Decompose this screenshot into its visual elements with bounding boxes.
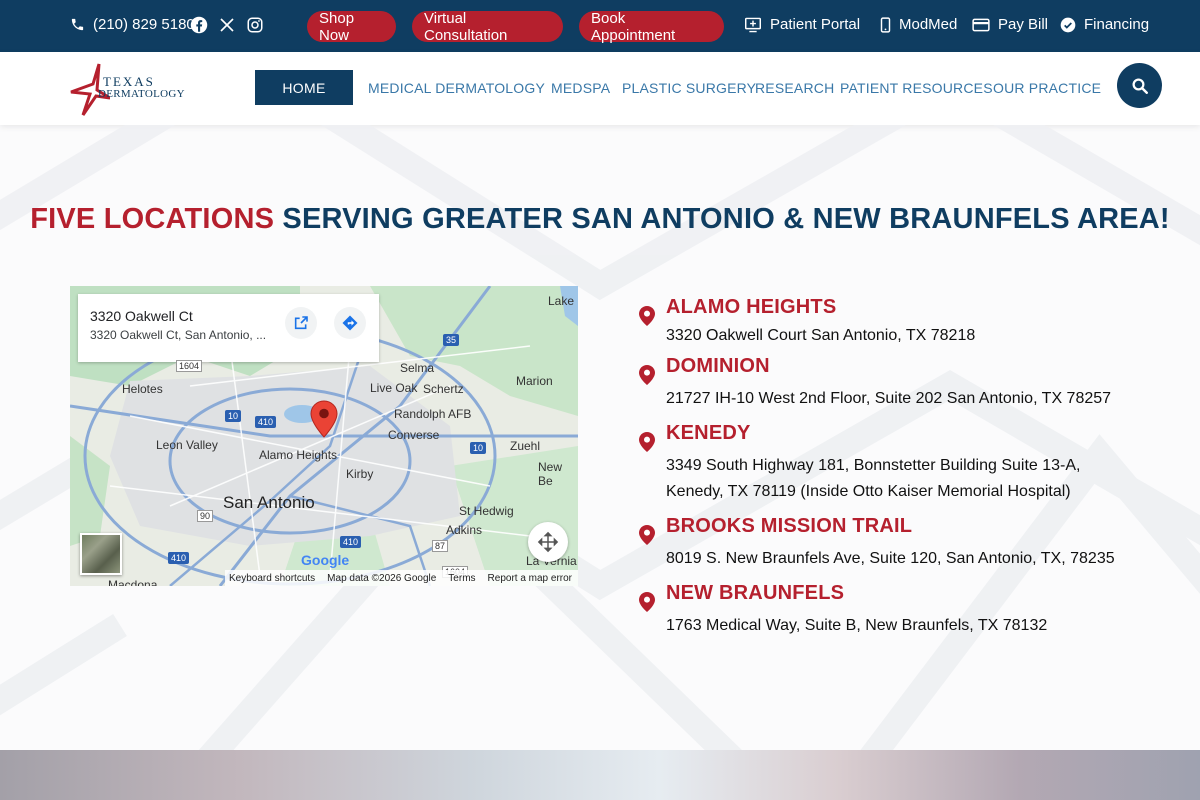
facebook-icon[interactable] <box>190 16 208 34</box>
location-name[interactable]: KENEDY <box>666 422 751 445</box>
highway-shield: 90 <box>197 510 214 522</box>
monitor-plus-icon <box>745 17 761 32</box>
check-circle-icon <box>1060 17 1076 32</box>
open-in-maps-button[interactable] <box>285 307 317 339</box>
location-address: 3320 Oakwell Court San Antonio, TX 78218 <box>666 327 976 344</box>
social-links <box>190 16 264 34</box>
virtual-consultation-button[interactable]: Virtual Consultation <box>412 10 563 44</box>
location-address: 21727 IH-10 West 2nd Floor, Suite 202 Sa… <box>666 390 1112 407</box>
terms-link[interactable]: Terms <box>448 573 475 584</box>
nav-item-our-practice[interactable]: OUR PRACTICE <box>993 80 1101 96</box>
heading-rest: SERVING GREATER SAN ANTONIO & NEW BRAUNF… <box>282 203 1170 235</box>
search-button[interactable] <box>1117 63 1162 108</box>
interstate-shield: 10 <box>470 442 487 454</box>
report-error-link[interactable]: Report a map error <box>488 573 572 584</box>
interstate-shield: 35 <box>443 334 460 346</box>
interstate-shield: 410 <box>255 416 277 428</box>
phone-icon <box>71 18 84 31</box>
site-logo[interactable]: TEXAS DERMATOLOGY <box>70 62 185 117</box>
map-label: Schertz <box>423 382 464 396</box>
google-logo: Google <box>301 552 350 568</box>
financing-label: Financing <box>1084 16 1150 33</box>
map-marker-icon <box>310 400 338 438</box>
google-map[interactable]: 3320 Oakwell Ct 3320 Oakwell Ct, San Ant… <box>70 286 578 586</box>
shop-now-button[interactable]: Shop Now <box>307 10 396 44</box>
modmed-link[interactable]: ModMed <box>880 16 957 33</box>
location-pin-icon <box>639 592 655 612</box>
move-arrows-icon <box>537 531 559 553</box>
map-attribution-bar: Keyboard shortcuts Map data ©2026 Google… <box>225 570 578 586</box>
instagram-icon[interactable] <box>246 16 264 34</box>
logo-text-dermatology: DERMATOLOGY <box>98 88 185 100</box>
map-label: Live Oak <box>370 381 418 395</box>
map-place-card: 3320 Oakwell Ct 3320 Oakwell Ct, San Ant… <box>78 294 379 362</box>
map-label: Converse <box>388 428 440 442</box>
place-title: 3320 Oakwell Ct <box>90 308 193 324</box>
location-pin-icon <box>639 432 655 452</box>
patient-portal-link[interactable]: Patient Portal <box>744 16 860 33</box>
modmed-label: ModMed <box>899 16 958 33</box>
keyboard-shortcuts-link[interactable]: Keyboard shortcuts <box>229 573 315 584</box>
interstate-shield: 410 <box>340 536 362 548</box>
mobile-phone-icon <box>880 16 891 33</box>
nav-item-medspa[interactable]: MEDSPA <box>551 80 610 96</box>
nav-item-plastic-surgery[interactable]: PLASTIC SURGERY <box>622 80 756 96</box>
phone-number: (210) 829 5180 <box>93 16 195 33</box>
map-data-text: Map data ©2026 Google <box>327 572 437 584</box>
location-pin-icon <box>639 365 655 385</box>
heading-highlight: FIVE LOCATIONS <box>30 203 275 235</box>
map-label: Marion <box>516 374 553 388</box>
phone-link[interactable]: (210) 829 5180 <box>70 16 195 33</box>
interstate-shield: 410 <box>168 552 190 564</box>
location-pin-icon <box>639 306 655 326</box>
map-label: Lake <box>548 294 575 308</box>
map-label: Zuehl <box>510 439 541 453</box>
main-header: TEXAS DERMATOLOGY HOME MEDICAL DERMATOLO… <box>0 52 1200 125</box>
book-appointment-button[interactable]: Book Appointment <box>579 10 724 44</box>
nav-item-medical-dermatology[interactable]: MEDICAL DERMATOLOGY <box>368 80 545 96</box>
pay-bill-link[interactable]: Pay Bill <box>972 16 1048 33</box>
hero-photo-strip <box>0 750 1200 800</box>
map-label: Randolph AFB <box>394 407 472 421</box>
highway-shield: 1604 <box>176 360 203 372</box>
highway-shield: 87 <box>432 540 449 552</box>
location-address: 1763 Medical Way, Suite B, New Braunfels… <box>666 617 1048 634</box>
location-address: 8019 S. New Braunfels Ave, Suite 120, Sa… <box>666 550 1115 567</box>
directions-icon <box>342 315 358 331</box>
location-name[interactable]: DOMINION <box>666 355 770 378</box>
nav-item-research[interactable]: RESEARCH <box>755 80 834 96</box>
map-label: St Hedwig <box>459 504 514 518</box>
map-pan-control[interactable] <box>528 522 568 562</box>
location-name[interactable]: NEW BRAUNFELS <box>666 582 844 605</box>
map-label: New Be <box>538 460 563 488</box>
interstate-shield: 10 <box>225 410 242 422</box>
map-label-city: San Antonio <box>223 493 315 512</box>
location-address: 3349 South Highway 181, Bonnstetter Buil… <box>666 457 1081 500</box>
location-name[interactable]: ALAMO HEIGHTS <box>666 296 836 319</box>
map-label: Helotes <box>122 382 163 396</box>
location-pin-icon <box>639 525 655 545</box>
map-label: Alamo Heights <box>259 448 338 462</box>
financing-link[interactable]: Financing <box>1060 16 1149 33</box>
directions-button[interactable] <box>334 307 366 339</box>
satellite-layer-toggle[interactable] <box>80 533 122 575</box>
nav-item-home[interactable]: HOME <box>255 70 353 105</box>
map-label: Leon Valley <box>156 438 218 452</box>
location-name[interactable]: BROOKS MISSION TRAIL <box>666 515 912 538</box>
x-twitter-icon[interactable] <box>218 16 236 34</box>
top-utility-bar: (210) 829 5180 Shop Now Virtual Consulta… <box>0 0 1200 52</box>
nav-item-patient-resources[interactable]: PATIENT RESOURCES <box>840 80 993 96</box>
map-label: Kirby <box>346 467 374 481</box>
map-label: Macdona <box>108 578 158 586</box>
place-address: 3320 Oakwell Ct, San Antonio, ... <box>90 328 267 342</box>
external-link-icon <box>294 316 308 330</box>
map-label: Adkins <box>446 523 483 537</box>
search-icon <box>1132 78 1148 94</box>
patient-portal-label: Patient Portal <box>770 16 861 33</box>
map-label: Selma <box>400 361 435 375</box>
credit-card-icon <box>972 18 990 31</box>
pay-bill-label: Pay Bill <box>998 16 1049 33</box>
locations-heading: FIVE LOCATIONS SERVING GREATER SAN ANTON… <box>0 203 1200 236</box>
